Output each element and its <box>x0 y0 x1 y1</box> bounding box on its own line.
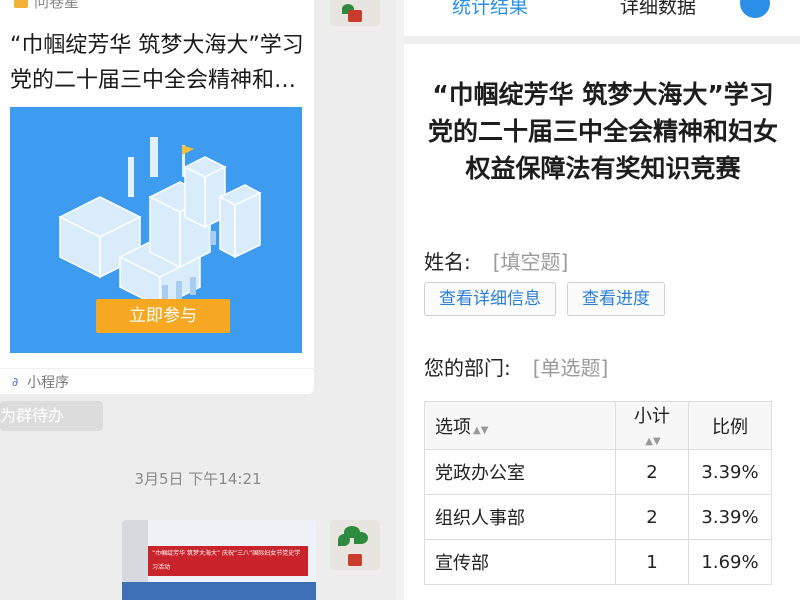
sort-icon[interactable]: ▲▼ <box>645 436 660 447</box>
pot-icon <box>348 554 362 566</box>
table-row: 宣传部 1 1.69% <box>424 539 772 585</box>
mini-program-icon: ∂ <box>12 375 19 389</box>
question-department: 您的部门: [单选题] <box>424 352 608 381</box>
card-cover-image[interactable]: 立即参与 <box>10 107 302 353</box>
photo-floor <box>122 582 316 600</box>
card-title: “巾帼绽芳华 筑梦大海大”学习党的二十届三中全会精神和妇女权益保障法有奖知识竞赛 <box>10 33 304 93</box>
column-option-label: 选项 <box>435 416 471 438</box>
panel-separator <box>396 0 404 600</box>
row-percent: 1.69% <box>688 539 772 585</box>
row-option: 宣传部 <box>424 539 616 585</box>
row-percent: 3.39% <box>688 494 772 540</box>
message-timestamp: 3月5日 下午14:21 <box>134 470 262 488</box>
tab-bar: 统计结果 详细数据 <box>404 0 800 36</box>
plant-leaf-icon <box>338 534 350 546</box>
mini-program-card[interactable]: 问卷星 “巾帼绽芳华 筑梦大海大”学习党的二十届三中全会精神和妇女权益保障法有奖… <box>0 0 314 394</box>
table-header-row: 选项 ▲▼ 小计▲▼ 比例 <box>424 401 772 450</box>
column-subtotal[interactable]: 小计 ▲▼ <box>615 401 689 450</box>
row-option: 党政办公室 <box>424 449 616 495</box>
question-name: 姓名: [填空题] <box>424 246 568 275</box>
chat-panel: 问卷星 “巾帼绽芳华 筑梦大海大”学习党的二十届三中全会精神和妇女权益保障法有奖… <box>0 0 396 600</box>
mini-program-label: 小程序 <box>27 375 69 391</box>
set-group-todo-label: 设为群待办 <box>0 406 65 425</box>
plant-leaf-icon <box>354 532 368 544</box>
question-name-label: 姓名: <box>424 250 471 274</box>
survey-title: “巾帼绽芳华 筑梦大海大”学习党的二十届三中全会精神和妇女权益保障法有奖知识竞赛 <box>428 80 779 183</box>
row-subtotal: 2 <box>615 494 689 540</box>
row-percent: 3.39% <box>688 449 772 495</box>
join-button[interactable]: 立即参与 <box>96 299 230 333</box>
set-group-todo-button[interactable]: 设为群待办 <box>0 401 103 431</box>
sender-avatar-2[interactable] <box>330 520 380 570</box>
card-source-label: 问卷星 <box>34 0 80 11</box>
photo-banner: “巾帼绽芳华 筑梦大海大” 庆祝“三八”国际妇女节党史学习活动 <box>148 546 308 576</box>
row-option: 组织人事部 <box>424 494 616 540</box>
tab-action-icon[interactable] <box>740 0 770 18</box>
column-option[interactable]: 选项 ▲▼ <box>424 401 616 450</box>
tab-stats-results[interactable]: 统计结果 <box>452 0 528 19</box>
view-details-button[interactable]: 查看详细信息 <box>424 282 556 316</box>
question-name-type: [填空题] <box>492 250 569 274</box>
row-subtotal: 1 <box>615 539 689 585</box>
sender-avatar[interactable] <box>330 0 380 26</box>
view-progress-button[interactable]: 查看进度 <box>567 282 665 316</box>
question-department-label: 您的部门: <box>424 356 511 380</box>
card-source: 问卷星 <box>14 0 79 12</box>
tab-divider <box>404 36 800 44</box>
table-row: 组织人事部 2 3.39% <box>424 494 772 540</box>
card-divider <box>0 368 314 369</box>
column-subtotal-label: 小计 <box>634 406 670 427</box>
mini-program-tag: ∂ 小程序 <box>12 372 69 392</box>
event-photo[interactable]: “巾帼绽芳华 筑梦大海大” 庆祝“三八”国际妇女节党史学习活动 <box>122 520 316 600</box>
department-stats-table: 选项 ▲▼ 小计▲▼ 比例 党政办公室 2 3.39% 组织人事部 2 3.39%… <box>424 401 772 585</box>
wjx-logo-icon <box>14 0 28 8</box>
table-row: 党政办公室 2 3.39% <box>424 449 772 495</box>
survey-stats-panel: 统计结果 详细数据 “巾帼绽芳华 筑梦大海大”学习党的二十届三中全会精神和妇女权… <box>404 0 800 600</box>
row-subtotal: 2 <box>615 449 689 495</box>
tab-detail-data[interactable]: 详细数据 <box>620 0 696 19</box>
sort-icon[interactable]: ▲▼ <box>473 425 488 436</box>
question-department-type: [单选题] <box>532 356 609 380</box>
column-percent: 比例 <box>688 401 772 450</box>
pot-icon <box>348 10 362 22</box>
